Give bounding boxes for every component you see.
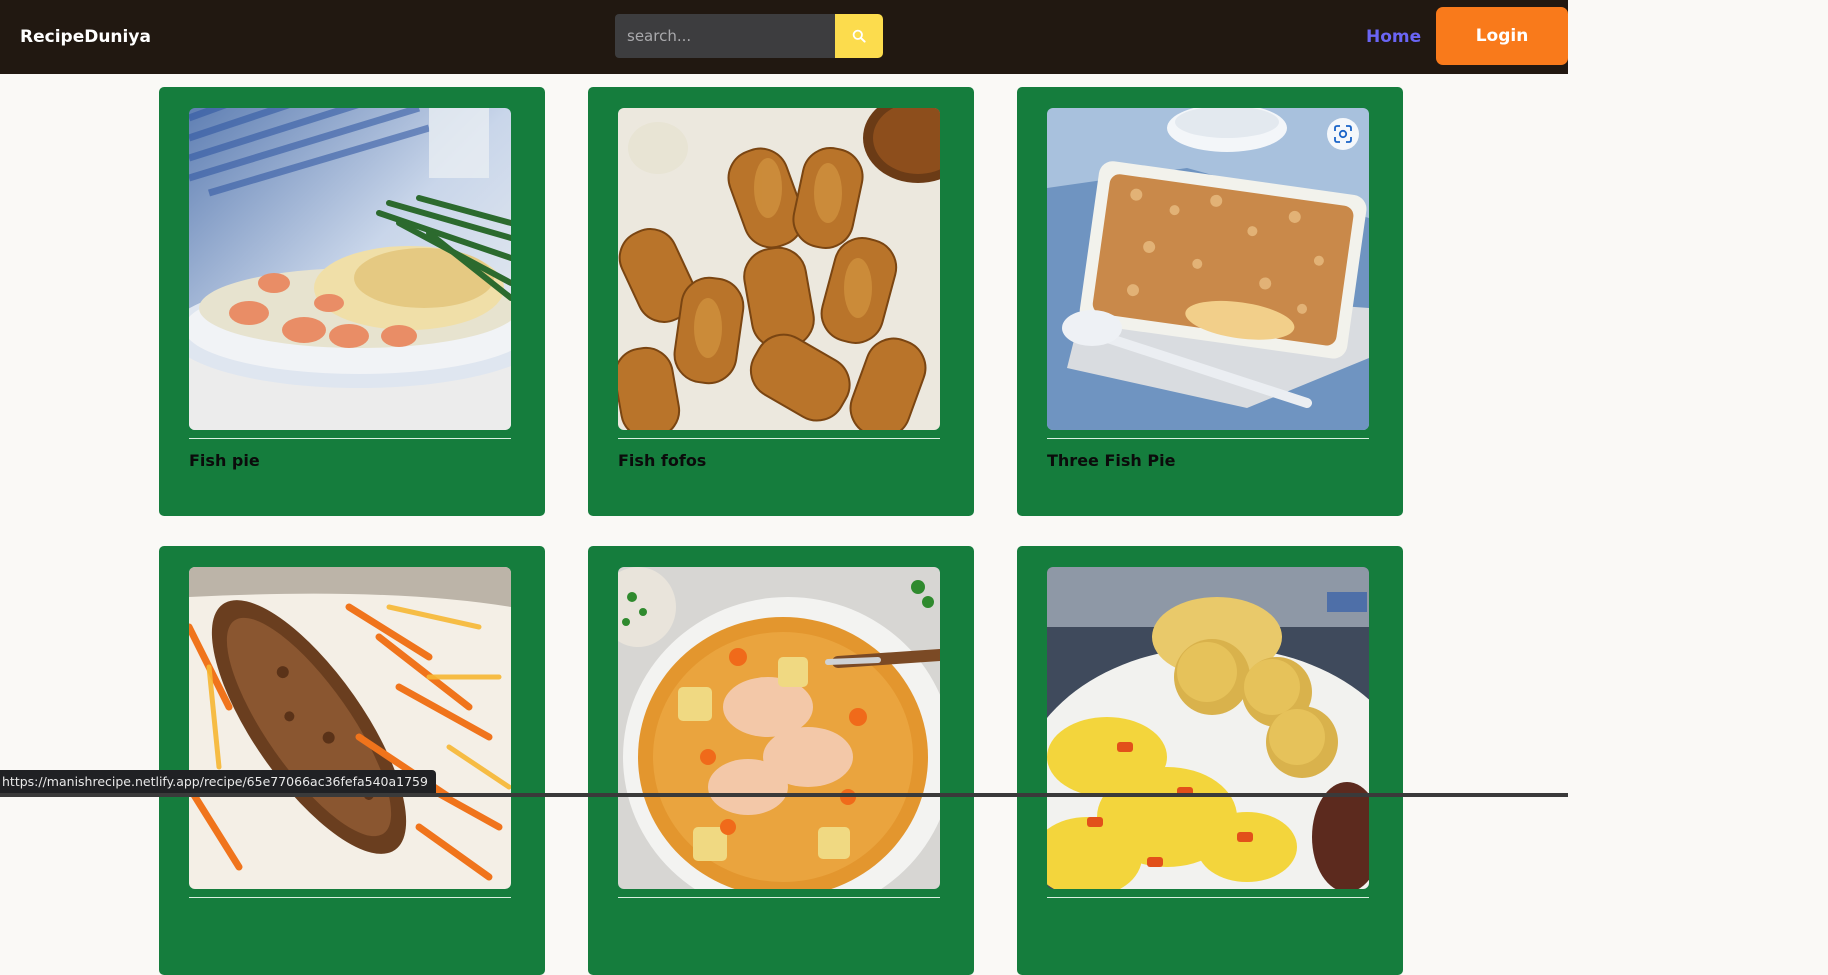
visual-search-icon[interactable] [1327,118,1359,150]
search-icon [852,29,866,43]
card-divider [189,438,511,439]
recipe-title[interactable]: Fish pie [189,451,260,470]
card-divider [1047,438,1369,439]
nav-home-link[interactable]: Home [1366,0,1421,74]
recipe-card[interactable] [588,546,974,975]
recipe-image[interactable] [189,108,511,430]
recipe-card[interactable] [1017,546,1403,975]
recipe-title[interactable]: Fish fofos [618,451,706,470]
recipe-image[interactable] [618,108,940,430]
brand-logo[interactable]: RecipeDuniya [20,0,151,74]
recipe-image[interactable] [1047,567,1369,889]
card-divider [618,897,940,898]
card-divider [618,438,940,439]
card-divider [189,897,511,898]
bottom-divider [0,793,1568,797]
recipe-image[interactable] [1047,108,1369,430]
recipe-image[interactable] [618,567,940,889]
search-button[interactable] [835,14,883,58]
recipe-title[interactable]: Three Fish Pie [1047,451,1175,470]
navbar: RecipeDuniya Home Login [0,0,1568,74]
recipe-card[interactable]: Fish fofos [588,87,974,516]
recipe-card[interactable]: Three Fish Pie [1017,87,1403,516]
card-divider [1047,897,1369,898]
recipe-card[interactable] [159,546,545,975]
recipe-card[interactable]: Fish pie [159,87,545,516]
search-form [615,14,883,58]
search-input[interactable] [615,14,835,58]
status-bar-url: https://manishrecipe.netlify.app/recipe/… [0,770,436,793]
login-button[interactable]: Login [1436,7,1568,65]
recipe-image[interactable] [189,567,511,889]
